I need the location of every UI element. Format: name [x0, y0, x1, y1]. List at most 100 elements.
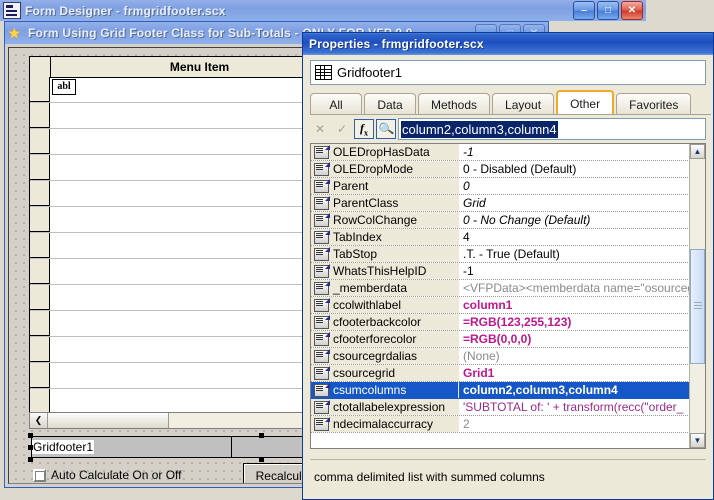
property-row-memberdata[interactable]: _memberdata <VFPData><memberdata name="o… [311, 280, 690, 297]
row-header [30, 363, 50, 388]
property-icon [314, 314, 330, 329]
tab-methods[interactable]: Methods [418, 93, 491, 115]
property-name: TabIndex [311, 229, 459, 245]
property-icon [314, 280, 330, 295]
property-row-cfooterforecolor[interactable]: cfooterforecolor =RGB(0,0,0) [311, 331, 690, 348]
auto-calculate-label: Auto Calculate On or Off [51, 468, 182, 482]
form-designer-titlebar[interactable]: Form Designer - frmgridfooter.scx – □ ✕ [0, 0, 646, 21]
selection-handle[interactable] [28, 445, 33, 450]
minimize-button[interactable]: – [573, 1, 595, 20]
form-designer-title: Form Designer - frmgridfooter.scx [25, 3, 226, 18]
property-row-whatsthishelpid[interactable]: WhatsThisHelpID -1 [311, 263, 690, 280]
property-value: <VFPData><memberdata name="osourceg [463, 281, 690, 295]
row-header [30, 207, 50, 232]
property-list-rows: OLEDropHasData -1 OLEDropMode 0 - Disabl… [311, 144, 690, 448]
tab-layout[interactable]: Layout [492, 93, 555, 115]
search-icon[interactable]: 🔍 [376, 119, 396, 139]
row-header [30, 103, 50, 128]
tab-other[interactable]: Other [556, 90, 615, 115]
property-list[interactable]: OLEDropHasData -1 OLEDropMode 0 - Disabl… [310, 143, 706, 449]
cancel-edit-icon[interactable]: ✕ [310, 119, 330, 139]
hscroll-thumb[interactable] [48, 413, 169, 428]
property-row-cfooterbackcolor[interactable]: cfooterbackcolor =RGB(123,255,123) [311, 314, 690, 331]
property-value: 0 - Disabled (Default) [463, 162, 577, 176]
property-name: csourcegrid [311, 365, 459, 381]
property-icon [314, 399, 330, 414]
function-builder-icon[interactable]: fx [354, 119, 374, 139]
textbox-control-icon[interactable]: abl [52, 79, 76, 95]
property-edit-row: ✕ ✓ fx 🔍 column2,column3,column4 [310, 117, 706, 141]
scroll-down-icon[interactable]: ▼ [690, 433, 705, 448]
auto-calculate-checkbox[interactable] [33, 468, 46, 482]
property-row-csourcegrid[interactable]: csourcegrid Grid1 [311, 365, 690, 382]
property-icon [314, 416, 330, 431]
object-selector[interactable]: Gridfooter1 [310, 60, 706, 85]
grid-icon [315, 65, 332, 80]
tab-favorites[interactable]: Favorites [616, 93, 692, 115]
property-name: _memberdata [311, 280, 459, 296]
scroll-up-icon[interactable]: ▲ [690, 144, 705, 159]
property-value: -1 [463, 145, 474, 159]
selection-handle[interactable] [28, 457, 33, 462]
property-row-oledropmode[interactable]: OLEDropMode 0 - Disabled (Default) [311, 161, 690, 178]
vscroll-grip [694, 302, 702, 303]
selection-handle[interactable] [259, 433, 264, 438]
form-designer-window-buttons: – □ ✕ [573, 1, 646, 20]
scroll-left-icon[interactable]: ❮ [30, 413, 48, 428]
tab-all[interactable]: All [310, 93, 362, 115]
close-button[interactable]: ✕ [621, 1, 643, 20]
property-row-oledrophasdata[interactable]: OLEDropHasData -1 [311, 144, 690, 161]
property-name: cfooterbackcolor [311, 314, 459, 330]
property-value: 'SUBTOTAL of: ' + transform(recc("order_ [463, 400, 684, 414]
property-value: -1 [463, 264, 474, 278]
property-value: 2 [463, 417, 470, 431]
property-name: WhatsThisHelpID [311, 263, 459, 279]
property-value: 0 [463, 179, 470, 193]
property-row-csourcegrdalias[interactable]: csourcegrdalias (None) [311, 348, 690, 365]
property-name: csumcolumns [311, 382, 459, 398]
properties-tab-bar: All Data Methods Layout Other Favorites [310, 90, 711, 115]
property-row-parent[interactable]: Parent 0 [311, 178, 690, 195]
row-header [30, 77, 50, 102]
tab-data[interactable]: Data [364, 93, 416, 115]
row-header [30, 129, 50, 154]
grid-corner-cell [30, 57, 51, 77]
property-icon [314, 178, 330, 193]
vscroll-thumb[interactable] [690, 249, 705, 364]
property-icon [314, 195, 330, 210]
property-name: RowColChange [311, 212, 459, 228]
property-row-tabindex[interactable]: TabIndex 4 [311, 229, 690, 246]
selection-handle[interactable] [28, 433, 33, 438]
property-value: Grid [463, 196, 486, 210]
property-description: comma delimited list with summed columns [310, 459, 706, 493]
row-header [30, 311, 50, 336]
properties-titlebar[interactable]: Properties - frmgridfooter.scx [303, 33, 713, 55]
property-name: TabStop [311, 246, 459, 262]
property-value: .T. - True (Default) [463, 247, 560, 261]
property-row-parentclass[interactable]: ParentClass Grid [311, 195, 690, 212]
property-icon [314, 144, 330, 159]
row-header [30, 233, 50, 258]
row-header [30, 155, 50, 180]
row-header [30, 181, 50, 206]
property-icon [314, 212, 330, 227]
property-list-scrollbar[interactable]: ▲ ▼ [689, 144, 705, 448]
property-row-csumcolumns[interactable]: csumcolumns column2,column3,column4 [311, 382, 690, 399]
property-name: csourcegrdalias [311, 348, 459, 364]
maximize-button[interactable]: □ [597, 1, 619, 20]
property-row-ctotallabelexpression[interactable]: ctotallabelexpression 'SUBTOTAL of: ' + … [311, 399, 690, 416]
property-name: ccolwithlabel [311, 297, 459, 313]
accept-edit-icon[interactable]: ✓ [332, 119, 352, 139]
property-name: cfooterforecolor [311, 331, 459, 347]
property-row-tabstop[interactable]: TabStop .T. - True (Default) [311, 246, 690, 263]
tab-bar-underline [310, 114, 711, 115]
gridfooter-cell-1[interactable]: Gridfooter1 [32, 437, 232, 457]
property-row-rowcolchange[interactable]: RowColChange 0 - No Change (Default) [311, 212, 690, 229]
property-value-input[interactable]: column2,column3,column4 [398, 118, 706, 140]
auto-calculate-checkbox-row[interactable]: Auto Calculate On or Off [33, 468, 182, 482]
properties-client-area: Gridfooter1 All Data Methods Layout Othe… [305, 57, 711, 497]
property-row-ccolwithlabel[interactable]: ccolwithlabel column1 [311, 297, 690, 314]
selection-handle[interactable] [259, 457, 264, 462]
property-row-ndecimalaccurracy[interactable]: ndecimalaccurracy 2 [311, 416, 690, 433]
property-value: column1 [463, 298, 513, 312]
